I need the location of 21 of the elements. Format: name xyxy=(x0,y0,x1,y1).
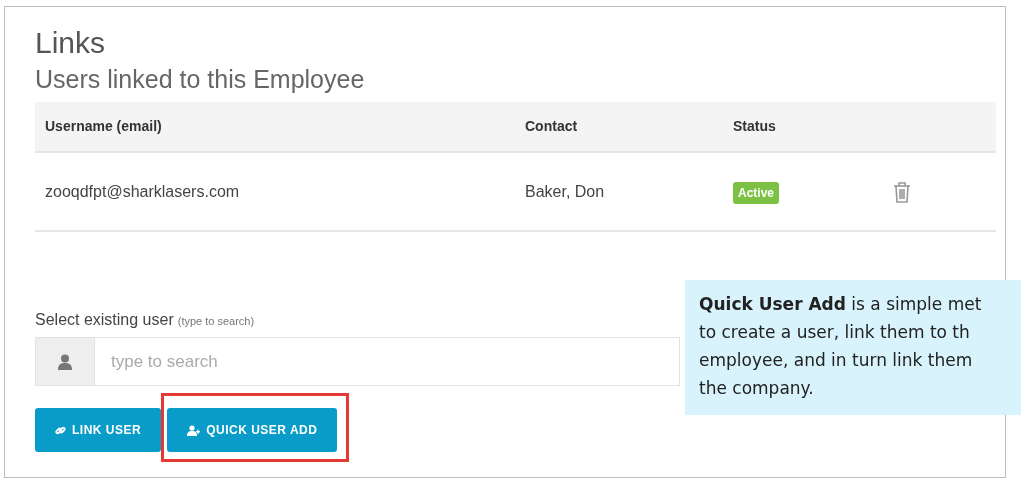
table-cell: zooqdfpt@sharklasers.com xyxy=(45,182,240,200)
field-label: Select existing user xyxy=(35,310,174,330)
table-cell: Baker, Don xyxy=(525,182,605,200)
trash-icon[interactable] xyxy=(893,180,911,203)
action-button[interactable]: LINK USER xyxy=(35,408,162,452)
section-title: Links xyxy=(35,25,107,61)
action-button[interactable]: QUICK USER ADD xyxy=(167,408,338,452)
user-plus-icon xyxy=(187,424,201,436)
status-badge: Active xyxy=(733,181,780,204)
column-header: Status xyxy=(733,118,776,134)
field-hint: (type to search) xyxy=(177,314,255,329)
search-field[interactable]: type to search xyxy=(95,337,680,386)
link-icon xyxy=(55,424,66,436)
column-header: Username (email) xyxy=(45,118,162,134)
column-header: Contact xyxy=(525,118,578,134)
callout-text: to create a user, link them to th xyxy=(699,321,970,344)
section-subtitle: Users linked to this Employee xyxy=(35,64,366,94)
callout-text: Quick User Add is a simple met xyxy=(699,293,982,316)
user-icon xyxy=(58,353,72,370)
callout-text: the company. xyxy=(699,377,814,400)
callout-text: employee, and in turn link them xyxy=(699,349,973,372)
